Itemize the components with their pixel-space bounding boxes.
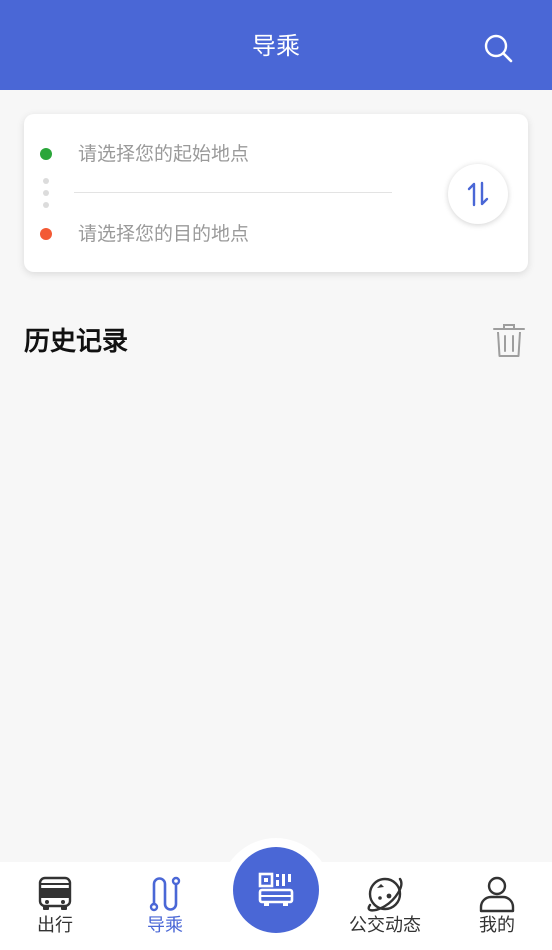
swap-locations-button[interactable] bbox=[448, 164, 508, 224]
compass-planet-icon bbox=[365, 874, 405, 914]
tab-mine[interactable]: 我的 bbox=[442, 862, 552, 950]
tab-label: 我的 bbox=[479, 915, 515, 936]
user-icon bbox=[477, 874, 517, 914]
connector-dot bbox=[43, 178, 49, 184]
route-icon bbox=[145, 874, 185, 914]
tab-guide[interactable]: 导乘 bbox=[110, 862, 220, 950]
divider bbox=[74, 192, 392, 193]
end-point-dot bbox=[40, 228, 52, 240]
page-title: 导乘 bbox=[252, 32, 300, 60]
tab-bus-code[interactable] bbox=[233, 847, 319, 933]
start-point-dot bbox=[40, 148, 52, 160]
swap-arrows-icon bbox=[467, 181, 489, 207]
top-header: 导乘 bbox=[0, 0, 552, 90]
clear-history-button[interactable] bbox=[490, 320, 528, 360]
tab-label: 公交动态 bbox=[349, 915, 421, 936]
bus-front-icon bbox=[35, 874, 75, 914]
trash-icon bbox=[493, 324, 525, 357]
history-title: 历史记录 bbox=[24, 327, 129, 357]
tab-travel[interactable]: 出行 bbox=[0, 862, 110, 950]
destination-input[interactable]: 请选择您的目的地点 bbox=[78, 216, 408, 252]
connector-dot bbox=[43, 202, 49, 208]
search-button[interactable] bbox=[478, 28, 518, 68]
tab-label: 出行 bbox=[37, 915, 73, 936]
qr-bus-code-icon bbox=[258, 872, 294, 906]
search-icon bbox=[484, 34, 513, 63]
tab-label: 导乘 bbox=[147, 915, 183, 936]
start-location-input[interactable]: 请选择您的起始地点 bbox=[78, 136, 408, 172]
connector-dot bbox=[43, 190, 49, 196]
route-planner-card: 请选择您的起始地点 请选择您的目的地点 bbox=[24, 114, 528, 272]
tab-bus-status[interactable]: 公交动态 bbox=[330, 862, 440, 950]
